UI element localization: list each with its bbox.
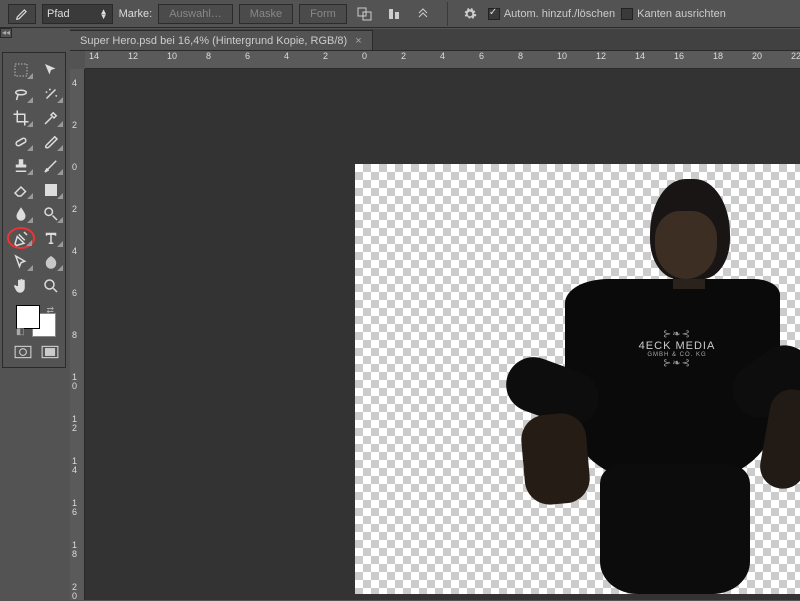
eyedropper-tool[interactable] (37, 107, 65, 129)
wand-tool[interactable] (37, 83, 65, 105)
ruler-v-tick: 20 (72, 583, 77, 601)
document-tab[interactable]: Super Hero.psd bei 16,4% (Hintergrund Ko… (70, 30, 373, 50)
ruler-h-tick: 2 (323, 51, 328, 61)
rubber-band-checkbox[interactable]: Kanten ausrichten (621, 8, 726, 20)
ruler-v-tick: 2 (72, 121, 77, 130)
ruler-v-tick: 14 (72, 457, 77, 475)
heal-tool[interactable] (7, 131, 35, 153)
ruler-v-tick: 8 (72, 331, 77, 340)
auto-add-label: Autom. hinzuf./löschen (504, 8, 615, 20)
dropdown-arrows-icon: ▲▼ (100, 9, 108, 19)
ruler-h-tick: 10 (167, 51, 177, 61)
canvas-area[interactable]: ⊱❧⊰ 4ECK MEDIA GMBH & CO. KG ⊱❧⊰ (85, 69, 800, 600)
ruler-h-tick: 12 (596, 51, 606, 61)
move-tool[interactable] (37, 59, 65, 81)
gear-icon[interactable] (458, 4, 482, 24)
zoom-tool[interactable] (37, 275, 65, 297)
path-mode-select[interactable]: Pfad ▲▼ (42, 4, 113, 24)
collapse-toolbar-handle[interactable]: ◂◂ (0, 28, 12, 38)
brush-tool[interactable] (37, 131, 65, 153)
toolbox: ⇄ ◧ (2, 52, 66, 368)
ruler-h-tick: 14 (89, 51, 99, 61)
ruler-h-tick: 4 (440, 51, 445, 61)
color-swatches[interactable]: ⇄ ◧ (7, 305, 65, 337)
lasso-tool[interactable] (7, 83, 35, 105)
default-colors-icon[interactable]: ◧ (16, 326, 25, 337)
marquee-tool[interactable] (7, 59, 35, 81)
ruler-h-tick: 2 (401, 51, 406, 61)
separator (447, 2, 448, 26)
ruler-v-tick: 4 (72, 79, 77, 88)
ruler-v-tick: 2 (72, 205, 77, 214)
screenmode-toggle[interactable] (36, 343, 63, 361)
selection-button[interactable]: Auswahl… (158, 4, 233, 24)
quickmask-toggle[interactable] (9, 343, 36, 361)
marker-label: Marke: (119, 8, 153, 20)
ruler-v-tick: 6 (72, 289, 77, 298)
swap-colors-icon[interactable]: ⇄ (46, 305, 54, 316)
checkbox-on-icon (488, 8, 500, 20)
ruler-h-tick: 6 (479, 51, 484, 61)
type-tool[interactable] (37, 227, 65, 249)
mask-button[interactable]: Maske (239, 4, 293, 24)
ruler-h-tick: 14 (635, 51, 645, 61)
path-select-tool[interactable] (7, 251, 35, 273)
ruler-h-tick: 8 (518, 51, 523, 61)
ruler-h-tick: 6 (245, 51, 250, 61)
ruler-horizontal[interactable]: 14121086420246810121416182022 (85, 51, 800, 69)
rubber-band-label: Kanten ausrichten (637, 8, 726, 20)
ruler-v-tick: 0 (72, 163, 77, 172)
document-canvas[interactable]: ⊱❧⊰ 4ECK MEDIA GMBH & CO. KG ⊱❧⊰ (355, 164, 800, 594)
document-tab-title: Super Hero.psd bei 16,4% (Hintergrund Ko… (80, 35, 347, 47)
ruler-h-tick: 22 (791, 51, 800, 61)
hand-tool[interactable] (7, 275, 35, 297)
auto-add-checkbox[interactable]: Autom. hinzuf./löschen (488, 8, 615, 20)
ruler-v-tick: 12 (72, 415, 77, 433)
options-bar: Pfad ▲▼ Marke: Auswahl… Maske Form Autom… (0, 0, 800, 28)
dodge-tool[interactable] (37, 203, 65, 225)
ruler-v-tick: 16 (72, 499, 77, 517)
tool-preset-swatch[interactable] (8, 4, 36, 24)
ruler-v-tick: 18 (72, 541, 77, 559)
image-content: ⊱❧⊰ 4ECK MEDIA GMBH & CO. KG ⊱❧⊰ (505, 169, 800, 589)
ruler-vertical[interactable]: 4202468101214161820 (70, 69, 85, 600)
shape-tool[interactable] (37, 251, 65, 273)
ruler-v-tick: 10 (72, 373, 77, 391)
gradient-tool[interactable] (37, 179, 65, 201)
stamp-tool[interactable] (7, 155, 35, 177)
tshirt-deco-top: ⊱❧⊰ (597, 329, 757, 340)
close-tab-icon[interactable]: × (355, 35, 361, 47)
crop-tool[interactable] (7, 107, 35, 129)
blur-tool[interactable] (7, 203, 35, 225)
ruler-h-tick: 4 (284, 51, 289, 61)
ruler-h-tick: 18 (713, 51, 723, 61)
eraser-tool[interactable] (7, 179, 35, 201)
document-tab-bar: Super Hero.psd bei 16,4% (Hintergrund Ko… (70, 29, 800, 51)
ruler-h-tick: 8 (206, 51, 211, 61)
path-align-icon[interactable] (383, 4, 407, 24)
ruler-h-tick: 20 (752, 51, 762, 61)
ruler-h-tick: 0 (362, 51, 367, 61)
ruler-v-tick: 4 (72, 247, 77, 256)
tshirt-deco-bottom: ⊱❧⊰ (597, 358, 757, 369)
ruler-h-tick: 12 (128, 51, 138, 61)
ruler-h-tick: 10 (557, 51, 567, 61)
ruler-h-tick: 16 (674, 51, 684, 61)
path-mode-value: Pfad (47, 8, 70, 20)
history-brush-tool[interactable] (37, 155, 65, 177)
shape-button[interactable]: Form (299, 4, 347, 24)
path-combine-icon[interactable] (353, 4, 377, 24)
pen-tool[interactable] (7, 227, 35, 249)
path-arrange-icon[interactable] (413, 4, 437, 24)
tshirt-text: 4ECK MEDIA (597, 340, 757, 352)
checkbox-off-icon (621, 8, 633, 20)
